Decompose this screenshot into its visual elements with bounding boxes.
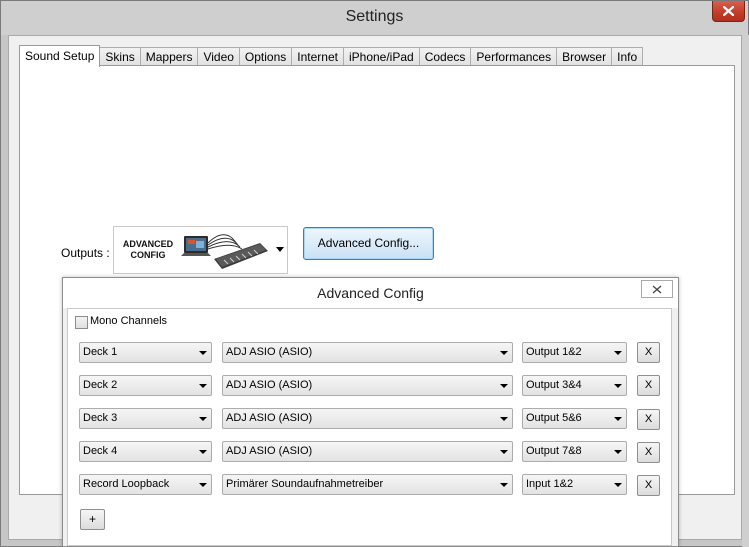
tab-video[interactable]: Video [197, 47, 240, 66]
device-select[interactable]: Primärer Soundaufnahmetreiber [222, 474, 513, 495]
dialog-close-button[interactable] [641, 280, 673, 298]
chevron-down-icon [500, 417, 508, 421]
channel-value: Deck 2 [83, 379, 118, 391]
title-bar[interactable]: Settings [1, 1, 748, 35]
device-select[interactable]: ADJ ASIO (ASIO) [222, 441, 513, 462]
dialog-title-bar[interactable]: Advanced Config [63, 278, 678, 308]
tab-performances[interactable]: Performances [470, 47, 558, 66]
tab-internet[interactable]: Internet [291, 47, 344, 66]
chevron-down-icon [500, 384, 508, 388]
channel-select[interactable]: Deck 2 [79, 375, 212, 396]
tab-browser[interactable]: Browser [556, 47, 613, 66]
port-select[interactable]: Output 3&4 [522, 375, 627, 396]
chevron-down-icon [614, 417, 622, 421]
remove-row-button[interactable]: X [637, 375, 660, 396]
chevron-down-icon [614, 483, 622, 487]
channel-select[interactable]: Deck 4 [79, 441, 212, 462]
device-value: ADJ ASIO (ASIO) [226, 412, 313, 424]
chevron-down-icon [614, 450, 622, 454]
port-value: Output 1&2 [526, 346, 582, 358]
channel-select[interactable]: Deck 3 [79, 408, 212, 429]
dialog-body: Mono Channels Deck 1 ADJ ASIO (ASIO) Out… [67, 308, 672, 546]
device-select[interactable]: ADJ ASIO (ASIO) [222, 375, 513, 396]
mono-channels-checkbox[interactable] [75, 316, 88, 329]
add-row-button[interactable]: + [80, 509, 105, 530]
device-value: ADJ ASIO (ASIO) [226, 346, 313, 358]
port-select[interactable]: Input 1&2 [522, 474, 627, 495]
device-value: Primärer Soundaufnahmetreiber [226, 478, 384, 490]
tab-skins[interactable]: Skins [99, 47, 141, 66]
chevron-down-icon [199, 483, 207, 487]
logo-line-2: CONFIG [130, 250, 166, 260]
remove-row-button[interactable]: X [637, 342, 660, 363]
chevron-down-icon [500, 351, 508, 355]
outputs-label: Outputs : [61, 246, 110, 260]
advanced-config-logo: ADVANCED CONFIG [118, 239, 178, 261]
chevron-down-icon [199, 450, 207, 454]
channel-select[interactable]: Deck 1 [79, 342, 212, 363]
port-value: Output 5&6 [526, 412, 582, 424]
chevron-down-icon [614, 384, 622, 388]
port-value: Output 3&4 [526, 379, 582, 391]
window-close-button[interactable] [712, 1, 745, 22]
remove-row-button[interactable]: X [637, 409, 660, 430]
channel-value: Record Loopback [83, 478, 170, 490]
dialog-title: Advanced Config [317, 285, 424, 301]
remove-row-button[interactable]: X [637, 442, 660, 463]
port-value: Output 7&8 [526, 445, 582, 457]
outputs-dropdown[interactable]: ADVANCED CONFIG [113, 226, 288, 274]
device-value: ADJ ASIO (ASIO) [226, 379, 313, 391]
device-select[interactable]: ADJ ASIO (ASIO) [222, 408, 513, 429]
channel-value: Deck 3 [83, 412, 118, 424]
tab-strip: Sound Setup Skins Mappers Video Options … [19, 44, 644, 67]
chevron-down-icon [199, 384, 207, 388]
chevron-down-icon [276, 247, 284, 252]
port-select[interactable]: Output 1&2 [522, 342, 627, 363]
tab-info[interactable]: Info [611, 47, 644, 66]
port-select[interactable]: Output 7&8 [522, 441, 627, 462]
chevron-down-icon [500, 483, 508, 487]
close-icon [652, 285, 662, 293]
window-title: Settings [345, 8, 404, 25]
advanced-config-button[interactable]: Advanced Config... [303, 227, 434, 260]
channel-value: Deck 4 [83, 445, 118, 457]
channel-value: Deck 1 [83, 346, 118, 358]
advanced-config-dialog: Advanced Config Mono Channels Deck 1 ADJ… [62, 277, 679, 547]
laptop-mixer-icon [181, 234, 268, 269]
mono-channels-label: Mono Channels [90, 315, 168, 327]
chevron-down-icon [199, 351, 207, 355]
port-value: Input 1&2 [526, 478, 574, 490]
tab-options[interactable]: Options [238, 47, 293, 66]
port-select[interactable]: Output 5&6 [522, 408, 627, 429]
tab-mappers[interactable]: Mappers [139, 47, 199, 66]
channel-select[interactable]: Record Loopback [79, 474, 212, 495]
close-icon [723, 6, 734, 16]
chevron-down-icon [199, 417, 207, 421]
chevron-down-icon [614, 351, 622, 355]
tab-codecs[interactable]: Codecs [418, 47, 472, 66]
tab-sound-setup[interactable]: Sound Setup [19, 45, 101, 67]
window-edge [742, 35, 749, 547]
device-select[interactable]: ADJ ASIO (ASIO) [222, 342, 513, 363]
chevron-down-icon [500, 450, 508, 454]
logo-line-1: ADVANCED [122, 239, 174, 249]
tab-iphone-ipad[interactable]: iPhone/iPad [342, 47, 420, 66]
remove-row-button[interactable]: X [637, 475, 660, 496]
device-value: ADJ ASIO (ASIO) [226, 445, 313, 457]
